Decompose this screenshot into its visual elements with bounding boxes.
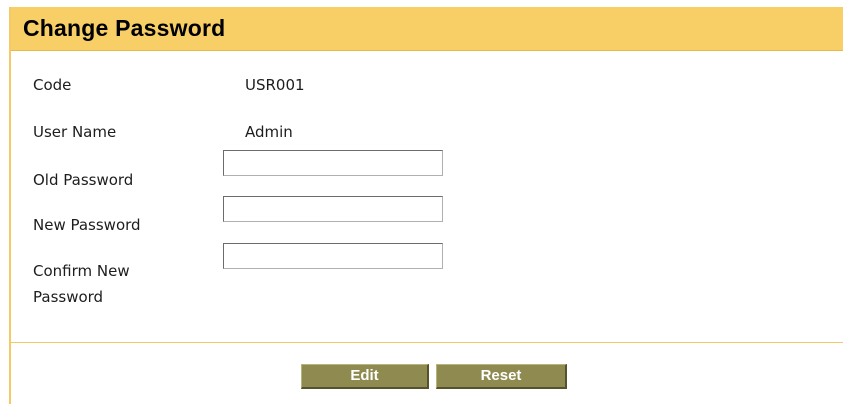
user-name-label: User Name xyxy=(33,123,117,141)
panel-header: Change Password xyxy=(11,7,843,51)
reset-button[interactable]: Reset xyxy=(436,364,567,389)
old-password-field[interactable] xyxy=(223,150,443,176)
change-password-panel: Change Password Code USR001 User Name Ad… xyxy=(9,7,843,404)
confirm-password-field[interactable] xyxy=(223,243,443,269)
user-name-value: Admin xyxy=(245,123,293,141)
page-title: Change Password xyxy=(23,15,226,41)
code-value: USR001 xyxy=(245,76,305,94)
new-password-field[interactable] xyxy=(223,196,443,222)
form-divider xyxy=(11,342,843,343)
edit-button[interactable]: Edit xyxy=(301,364,429,389)
code-label: Code xyxy=(33,76,72,94)
confirm-password-label-line1: Confirm New xyxy=(33,262,130,280)
new-password-label: New Password xyxy=(33,216,141,234)
old-password-label: Old Password xyxy=(33,171,134,189)
confirm-password-label-line2: Password xyxy=(33,288,104,306)
